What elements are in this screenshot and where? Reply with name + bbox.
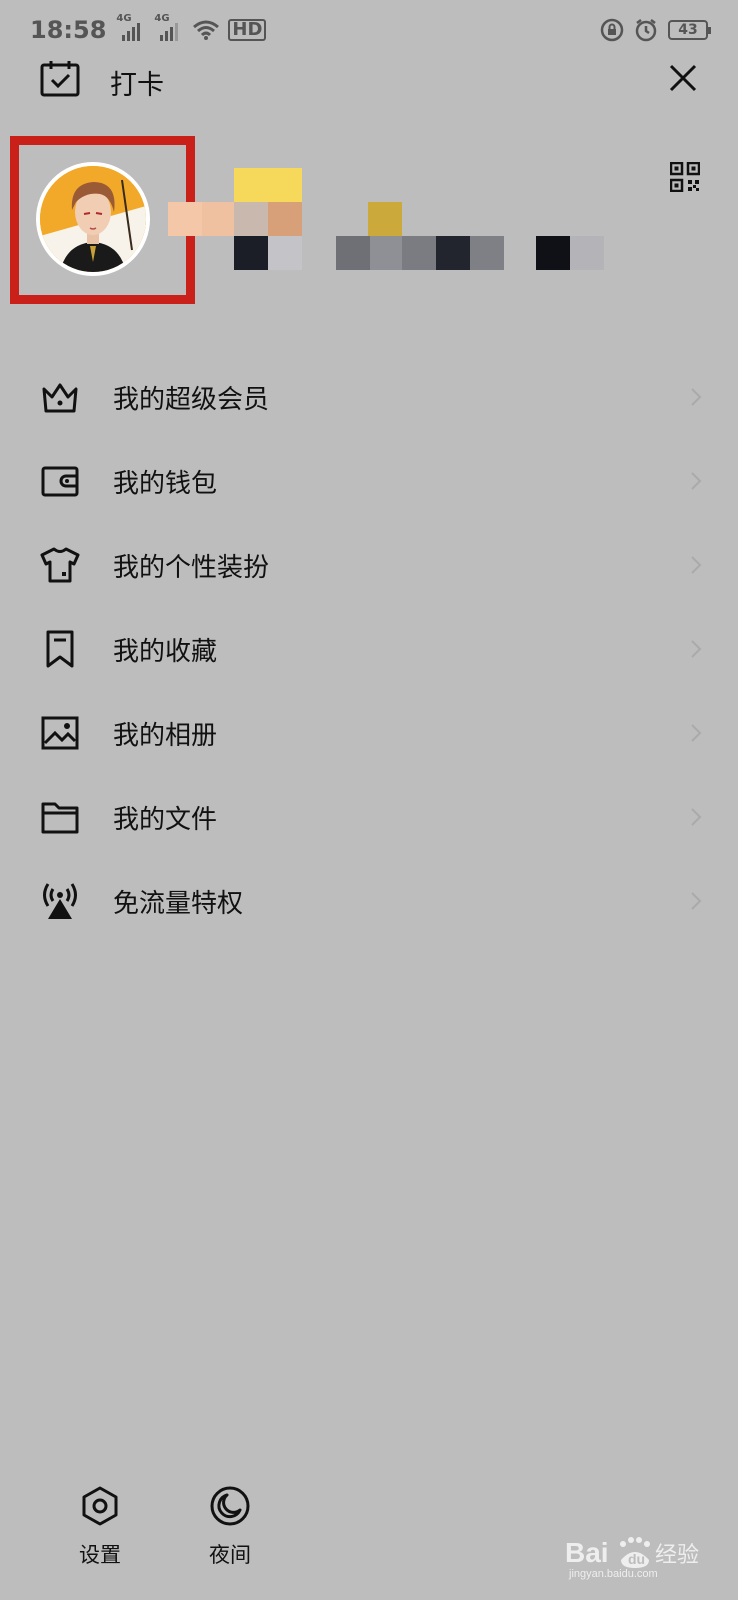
menu-item-label: 我的钱包 [113,468,218,499]
chevron-right-icon [691,472,702,490]
svg-text:Bai: Bai [565,1537,609,1568]
chevron-right-icon [691,724,702,742]
signal-icon: 4G [154,13,184,41]
menu-item-label: 免流量特权 [113,888,244,919]
drawer-screen: 18:58 4G 4G HD 43 打卡 我的超级会员 我的钱包 我的个性装扮 … [0,0,738,1600]
checkin-label[interactable]: 打卡 [110,63,164,102]
svg-text:经验: 经验 [655,1543,699,1568]
menu-item-label: 我的相册 [113,720,218,751]
bookmark-icon [46,630,74,668]
alarm-icon [635,19,657,42]
calendar-check-icon[interactable] [40,59,80,99]
qr-code-icon[interactable] [670,162,700,192]
menu-item-personalize[interactable]: 我的个性装扮 [0,523,738,607]
wallet-icon [41,466,79,497]
status-bar: 18:58 4G 4G HD 43 [0,0,738,60]
chevron-right-icon [691,808,702,826]
image-icon [41,716,79,750]
drawer-header: 打卡 [0,55,738,105]
menu-item-files[interactable]: 我的文件 [0,775,738,859]
wifi-icon [193,20,220,40]
menu-item-label: 我的文件 [113,804,218,835]
crown-icon [42,383,78,413]
profile-section [0,130,738,310]
close-icon[interactable] [668,63,698,93]
menu-item-label: 我的个性装扮 [113,552,270,583]
settings-icon [82,1486,118,1526]
baidu-jingyan-watermark: Bai du 经验 jingyan.baidu.com [565,1537,699,1580]
menu-item-label: 我的收藏 [113,636,218,667]
svg-text:jingyan.baidu.com: jingyan.baidu.com [568,1568,658,1580]
signal-tower-icon [43,883,77,919]
settings-label: 设置 [79,1543,121,1567]
chevron-right-icon [691,556,702,574]
rotation-lock-icon [600,18,624,42]
moon-icon [210,1486,250,1526]
svg-text:du: du [628,1551,645,1567]
status-left-icons: 4G 4G HD [116,13,267,41]
signal-icon: 4G [116,13,146,41]
chevron-right-icon [691,892,702,910]
chevron-right-icon [691,388,702,406]
menu-item-album[interactable]: 我的相册 [0,691,738,775]
status-right-icons: 43 [600,18,711,42]
night-mode-button[interactable]: 夜间 [185,1485,275,1569]
hd-icon: HD [228,19,267,41]
menu-item-free-data[interactable]: 免流量特权 [0,859,738,943]
menu-item-super-vip[interactable]: 我的超级会员 [0,355,738,439]
folder-icon [41,802,79,834]
menu-item-label: 我的超级会员 [113,384,270,415]
menu-item-wallet[interactable]: 我的钱包 [0,439,738,523]
status-time: 18:58 [30,16,107,44]
night-label: 夜间 [209,1543,251,1567]
shirt-icon [40,547,80,583]
settings-button[interactable]: 设置 [55,1485,145,1569]
menu-item-favorites[interactable]: 我的收藏 [0,607,738,691]
drawer-menu: 我的超级会员 我的钱包 我的个性装扮 我的收藏 我的相册 我的文件 免流量特权 [0,355,738,943]
avatar[interactable] [36,162,150,276]
battery-icon: 43 [668,20,711,40]
chevron-right-icon [691,640,702,658]
